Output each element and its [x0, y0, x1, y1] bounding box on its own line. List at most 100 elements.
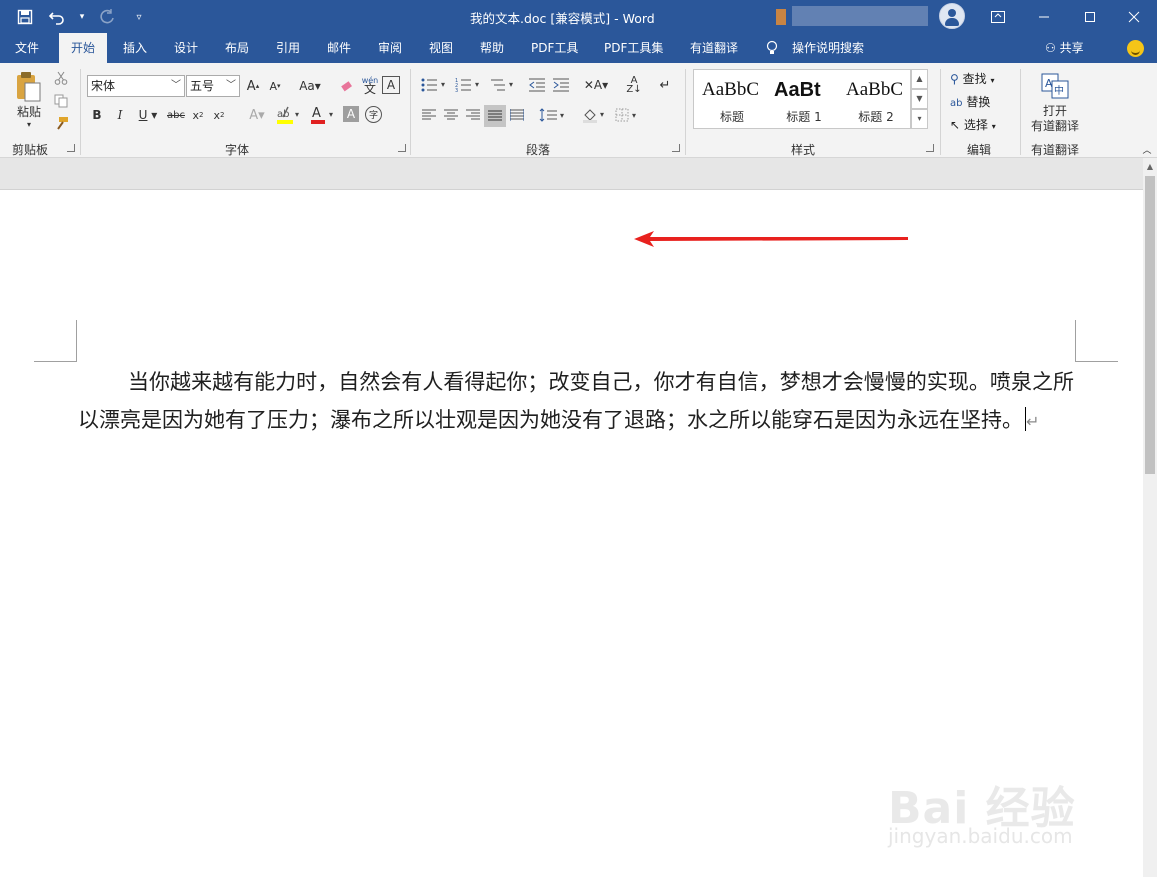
sort-icon[interactable]: A Z↓ — [624, 75, 644, 95]
character-shading-icon[interactable]: A — [343, 106, 359, 122]
feedback-smiley-icon[interactable] — [1127, 40, 1144, 57]
numbering-icon[interactable]: 1 2 3 ▾ — [454, 75, 484, 95]
svg-text:▾: ▾ — [632, 111, 636, 120]
align-left-icon[interactable] — [420, 106, 438, 124]
font-name-value: 宋体 — [91, 79, 116, 93]
strikethrough-icon[interactable]: abc — [166, 106, 186, 124]
format-painter-icon[interactable] — [52, 115, 70, 133]
paste-label[interactable]: 粘贴 — [14, 103, 44, 119]
chinese-layout-icon[interactable]: ✕A▾ — [582, 75, 610, 95]
tab-help[interactable]: 帮助 — [480, 33, 504, 63]
ribbon: 粘贴 ▾ 剪贴板 宋体 ﹀ 五号 ﹀ A ▴ A ▾ Aa▾ wén 文 A B I … — [0, 63, 1157, 158]
shrink-font-icon[interactable]: A ▾ — [266, 76, 284, 96]
font-name-select[interactable]: 宋体 ﹀ — [87, 75, 185, 97]
change-case-icon[interactable]: Aa▾ — [295, 76, 325, 96]
style-heading-2[interactable]: AaBbC 标题 2 — [840, 70, 912, 128]
maximize-icon[interactable] — [1067, 0, 1113, 33]
font-group-label: 字体 — [225, 143, 250, 157]
font-size-select[interactable]: 五号 ﹀ — [186, 75, 240, 97]
highlight-color-icon[interactable]: ab ▾ — [274, 105, 304, 125]
youdao-open-label-2[interactable]: 有道翻译 — [1027, 118, 1083, 133]
shading-icon[interactable]: ▾ — [580, 106, 610, 124]
bold-icon[interactable]: B — [89, 106, 105, 124]
clear-formatting-icon[interactable] — [337, 76, 357, 96]
superscript-icon[interactable]: x2 — [211, 106, 227, 124]
italic-icon[interactable]: I — [112, 106, 128, 124]
cut-icon[interactable] — [52, 69, 70, 87]
styles-scroll-up-icon[interactable]: ▲ — [911, 69, 928, 89]
subscript-icon[interactable]: x2 — [190, 106, 206, 124]
youdao-translate-icon[interactable]: A中 — [1040, 72, 1070, 100]
underline-icon[interactable]: U ▾ — [134, 106, 162, 124]
minimize-icon[interactable] — [1021, 0, 1067, 33]
scroll-up-icon[interactable]: ▲ — [1143, 158, 1157, 176]
replace-button[interactable]: ab 替换 — [950, 93, 990, 110]
tab-view[interactable]: 视图 — [429, 33, 453, 63]
increase-indent-icon[interactable] — [551, 75, 571, 95]
undo-dropdown-icon[interactable]: ▾ — [78, 6, 86, 28]
font-launcher-icon[interactable] — [398, 144, 406, 152]
show-formatting-marks-icon[interactable]: ↵ — [656, 75, 674, 95]
clipboard-launcher-icon[interactable] — [67, 144, 75, 152]
cursor-arrow-icon: ↖ — [950, 118, 961, 132]
character-border-icon[interactable]: A — [382, 76, 400, 94]
style-title[interactable]: AaBbC 标题 — [696, 70, 768, 128]
tab-pdf-tools[interactable]: PDF工具 — [531, 33, 578, 63]
styles-more-icon[interactable]: ▾ — [911, 109, 928, 129]
tab-mailings[interactable]: 邮件 — [327, 33, 351, 63]
scrollbar-thumb[interactable] — [1145, 176, 1155, 474]
multilevel-list-icon[interactable]: ▾ — [488, 75, 518, 95]
tab-file[interactable]: 文件 — [15, 33, 39, 63]
styles-scroll-down-icon[interactable]: ▼ — [911, 89, 928, 109]
text-effects-icon[interactable]: A▾ — [244, 106, 270, 124]
paste-icon[interactable] — [12, 70, 46, 104]
svg-text:A: A — [312, 106, 321, 121]
select-button[interactable]: ↖ 选择 ▾ — [950, 116, 996, 133]
style-heading-1[interactable]: AaBt 标题 1 — [768, 70, 840, 128]
tab-design[interactable]: 设计 — [174, 33, 198, 63]
youdao-open-label[interactable]: 打开 — [1035, 103, 1075, 118]
grow-font-icon[interactable]: A ▴ — [244, 76, 262, 96]
save-icon[interactable] — [14, 6, 36, 28]
close-icon[interactable] — [1111, 0, 1157, 33]
svg-text:▾: ▾ — [509, 80, 513, 89]
tab-home[interactable]: 开始 — [59, 33, 108, 63]
select-label: 选择 — [963, 118, 988, 132]
window-title: 我的文本.doc [兼容模式] - Word — [470, 11, 655, 26]
bullets-icon[interactable]: ▾ — [420, 75, 450, 95]
align-right-icon[interactable] — [464, 106, 482, 124]
ribbon-display-icon[interactable] — [975, 0, 1021, 33]
tab-review[interactable]: 审阅 — [378, 33, 402, 63]
find-button[interactable]: ⚲ 查找 ▾ — [950, 70, 994, 87]
paragraph-launcher-icon[interactable] — [672, 144, 680, 152]
document-body[interactable]: 当你越来越有能力时，自然会有人看得起你；改变自己，你才有自信，梦想才会慢慢的实现… — [78, 364, 1074, 440]
font-color-icon[interactable]: A ▾ — [308, 105, 338, 125]
copy-icon[interactable] — [52, 92, 70, 110]
decrease-indent-icon[interactable] — [527, 75, 547, 95]
tab-youdao-translate[interactable]: 有道翻译 — [690, 33, 738, 63]
style-name: 标题 1 — [786, 110, 822, 124]
avatar[interactable] — [939, 3, 965, 29]
collapse-ribbon-icon[interactable]: ︿ — [1140, 143, 1154, 156]
group-divider — [80, 69, 81, 155]
tab-pdf-toolset[interactable]: PDF工具集 — [604, 33, 663, 63]
tab-insert[interactable]: 插入 — [123, 33, 147, 63]
tab-layout[interactable]: 布局 — [225, 33, 249, 63]
line-spacing-icon[interactable]: ▾ — [538, 106, 568, 124]
tab-references[interactable]: 引用 — [276, 33, 300, 63]
paragraph-mark: ↵ — [1026, 411, 1040, 431]
align-center-icon[interactable] — [442, 106, 460, 124]
justify-icon[interactable] — [484, 105, 506, 127]
tell-me-search[interactable]: 操作说明搜索 — [792, 33, 864, 63]
redo-icon[interactable] — [96, 6, 118, 28]
borders-icon[interactable]: ▾ — [614, 106, 644, 124]
share-button[interactable]: ⚇ 共享 — [1045, 33, 1084, 63]
distributed-icon[interactable] — [508, 106, 526, 124]
paste-dropdown-icon[interactable]: ▾ — [22, 119, 36, 129]
phonetic-guide-icon[interactable]: wén 文 — [360, 74, 380, 96]
customize-icon[interactable]: ▿ — [128, 6, 150, 28]
undo-icon[interactable] — [46, 6, 68, 28]
enclose-characters-icon[interactable]: 字 — [365, 106, 382, 123]
chevron-down-icon: ▾ — [991, 122, 996, 131]
styles-launcher-icon[interactable] — [926, 144, 934, 152]
